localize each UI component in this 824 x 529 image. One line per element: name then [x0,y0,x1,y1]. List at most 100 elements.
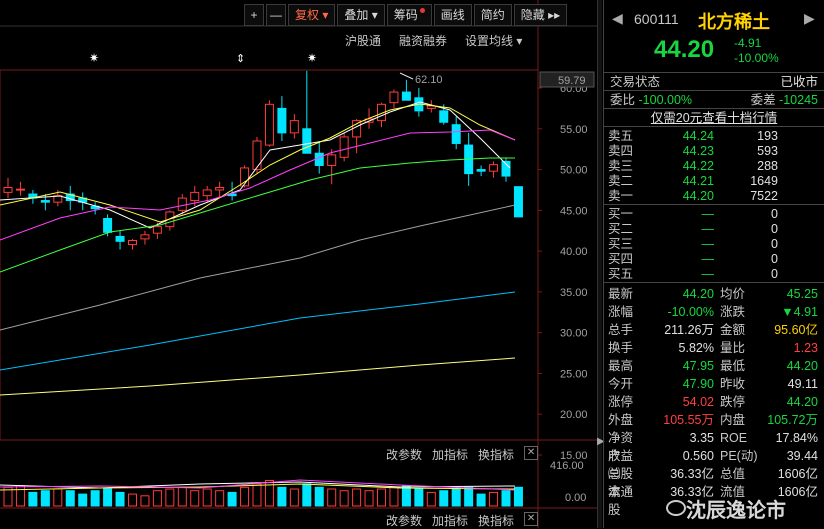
down-volume-bar [103,488,113,507]
high-price-label: 62.10 [415,74,443,86]
ask-row[interactable]: 卖一 44.20 7522 [604,189,824,204]
up-volume-bar [339,490,349,507]
stat-label: 净资产 [608,431,634,463]
bid-row[interactable]: 买五 — 0 [604,267,824,282]
simple-mode-button[interactable]: 简约 [473,4,512,26]
params-button-2[interactable]: 改参数 [386,512,422,529]
down-volume-bar [302,483,312,507]
stat-value: 39.44 [786,449,818,463]
stat-value: -10.00% [667,305,714,319]
restore-rights-button[interactable]: 复权 ▾ [288,4,336,26]
ask-row[interactable]: 卖五 44.24 193 [604,129,824,144]
hk-connect-link[interactable]: 沪股通 [345,32,381,49]
next-stock-icon[interactable]: ▶ [804,10,815,27]
chips-button[interactable]: 筹码 [386,4,432,26]
down-candle [476,169,486,172]
bid-price: — [701,252,715,266]
ask-row[interactable]: 卖三 44.22 288 [604,159,824,174]
stat-row: 收益㈢ 0.560 PE(动) 39.44 [604,447,824,481]
down-volume-bar [414,488,424,507]
up-candle [327,154,337,166]
up-volume-bar [53,488,63,507]
margin-trading-link[interactable]: 融资融券 [399,32,447,49]
stat-value: ▼4.91 [781,305,818,319]
up-volume-bar [240,486,250,507]
event-star-icon: ✷ [89,51,99,65]
bid-row[interactable]: 买三 — 0 [604,237,824,252]
bid-row[interactable]: 买一 — 0 [604,207,824,222]
down-candle [513,186,523,218]
stat-value: 47.90 [682,377,714,391]
up-volume-bar [128,493,137,507]
up-volume-bar [252,483,262,507]
ask-book: 卖五 44.24 193 卖四 44.23 593 卖三 44.22 288 卖二 44.21 164… [604,126,824,204]
overlay-button[interactable]: 叠加 ▾ [337,4,385,26]
up-candle [252,140,262,171]
bid-volume: 0 [771,252,778,266]
change-indicator-button[interactable]: 换指标 [478,446,514,463]
up-volume-bar [426,491,436,507]
draw-line-button[interactable]: 画线 [433,4,472,26]
kline-chart-area[interactable]: 60.00 55.00 50.00 45.00 40.00 35.00 30.00 25.00… [0,0,598,528]
bid-label: 买一 [608,207,634,221]
up-candle [177,197,187,211]
down-candle [115,235,125,242]
ma-settings-dropdown[interactable]: 设置均线 ▾ [465,32,522,49]
bid-row[interactable]: 买四 — 0 [604,252,824,267]
y-tick-label: 50.00 [560,165,588,177]
stat-row: 最新 44.20 均价 45.25 [604,285,824,303]
up-candle [489,164,499,172]
down-volume-bar [78,493,88,507]
stat-value: 44.20 [682,287,714,301]
stat-value: 47.95 [682,359,714,373]
stat-row: 总手 211.26万 金额 95.60亿 [604,321,824,339]
up-candle [202,189,212,197]
stat-label: 涨停 [608,395,634,409]
ask-price: 44.21 [682,174,714,188]
ma30-line [0,157,515,273]
level2-promo-link[interactable]: 仅需20元查看十档行情 [604,108,824,126]
prev-stock-icon[interactable]: ◀ [612,10,623,27]
bid-row[interactable]: 买二 — 0 [604,222,824,237]
stat-value: 1606亿 [777,467,818,481]
down-volume-bar [277,486,287,507]
bid-price: — [701,237,715,251]
change-indicator-button-2[interactable]: 换指标 [478,512,514,529]
y-tick-label: 25.00 [560,368,588,380]
close-icon[interactable]: ✕ [524,446,539,460]
event-pin-icon: ⇕ [236,53,245,65]
stat-label: 收益㈢ [608,449,634,481]
up-volume-bar [190,490,200,507]
panel-splitter[interactable] [597,0,602,528]
up-volume-bar [140,495,150,507]
down-volume-bar [40,490,50,507]
overlay-label: 叠加 [344,8,369,22]
up-volume-bar [177,486,187,507]
down-volume-bar [90,490,100,507]
ask-row[interactable]: 卖四 44.23 593 [604,144,824,159]
up-candle [352,120,362,138]
up-volume-bar [264,480,274,507]
ask-price: 44.23 [682,144,714,158]
ask-row[interactable]: 卖二 44.21 1649 [604,174,824,189]
collapse-arrow-icon[interactable]: ▶ [597,436,605,447]
quote-panel: ◀ 600111 北方稀土 ▶ 44.20 -4.91 -10.00% 交易状态… [603,0,824,528]
stat-label: 流通股 [608,485,634,517]
hide-button[interactable]: 隐藏 ▸▸ [513,4,568,26]
zoom-out-button[interactable]: — [266,4,286,26]
ask-label: 卖四 [608,144,634,158]
quote-stats: 最新 44.20 均价 45.25 涨幅 -10.00% 涨跌 ▼4.91 总手 211.26万金… [604,282,824,517]
up-volume-bar [215,490,225,507]
restore-label: 复权 [295,8,320,22]
ask-label: 卖一 [608,189,634,203]
stat-label: 涨幅 [608,305,634,319]
params-button[interactable]: 改参数 [386,446,422,463]
stat-value: 3.35 [689,431,714,445]
add-indicator-button[interactable]: 加指标 [432,446,468,463]
stat-row: 总股本 36.33亿 总值 1606亿 [604,465,824,499]
add-indicator-button-2[interactable]: 加指标 [432,512,468,529]
zoom-in-button[interactable]: + [244,4,264,26]
ma-settings-label: 设置均线 [465,34,514,48]
close-icon-2[interactable]: ✕ [524,512,539,526]
down-volume-bar [439,490,449,507]
